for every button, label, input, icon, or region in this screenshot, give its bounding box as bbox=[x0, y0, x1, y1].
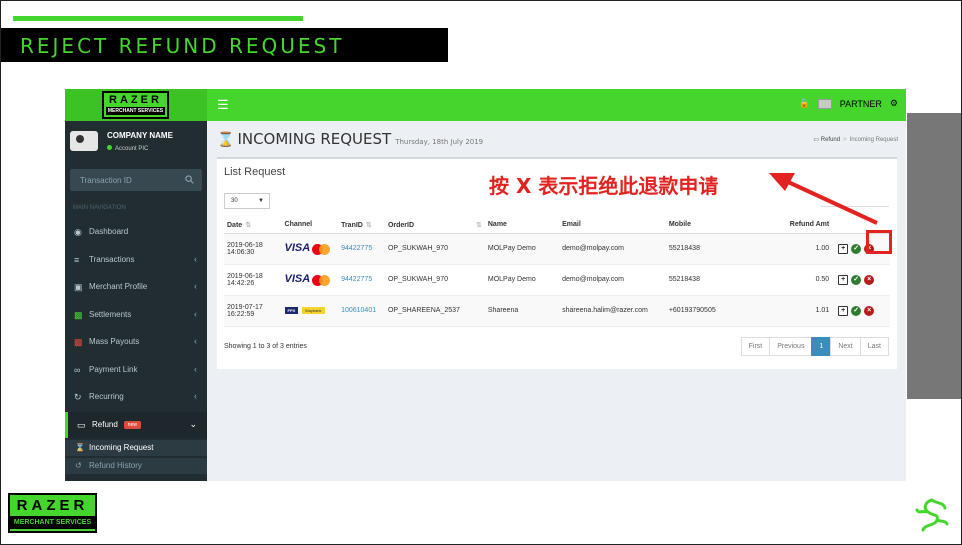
footer-logo-subtext: MERCHANT SERVICES bbox=[10, 516, 95, 529]
slide: REJECT REFUND REQUEST RAZER MERCHANT SER… bbox=[0, 0, 962, 545]
razer-snake-icon bbox=[915, 498, 949, 532]
footer-logo-text: RAZER bbox=[16, 497, 89, 514]
footer-razer-logo: RAZER MERCHANT SERVICES bbox=[8, 493, 97, 533]
annotation-arrow bbox=[769, 173, 878, 225]
